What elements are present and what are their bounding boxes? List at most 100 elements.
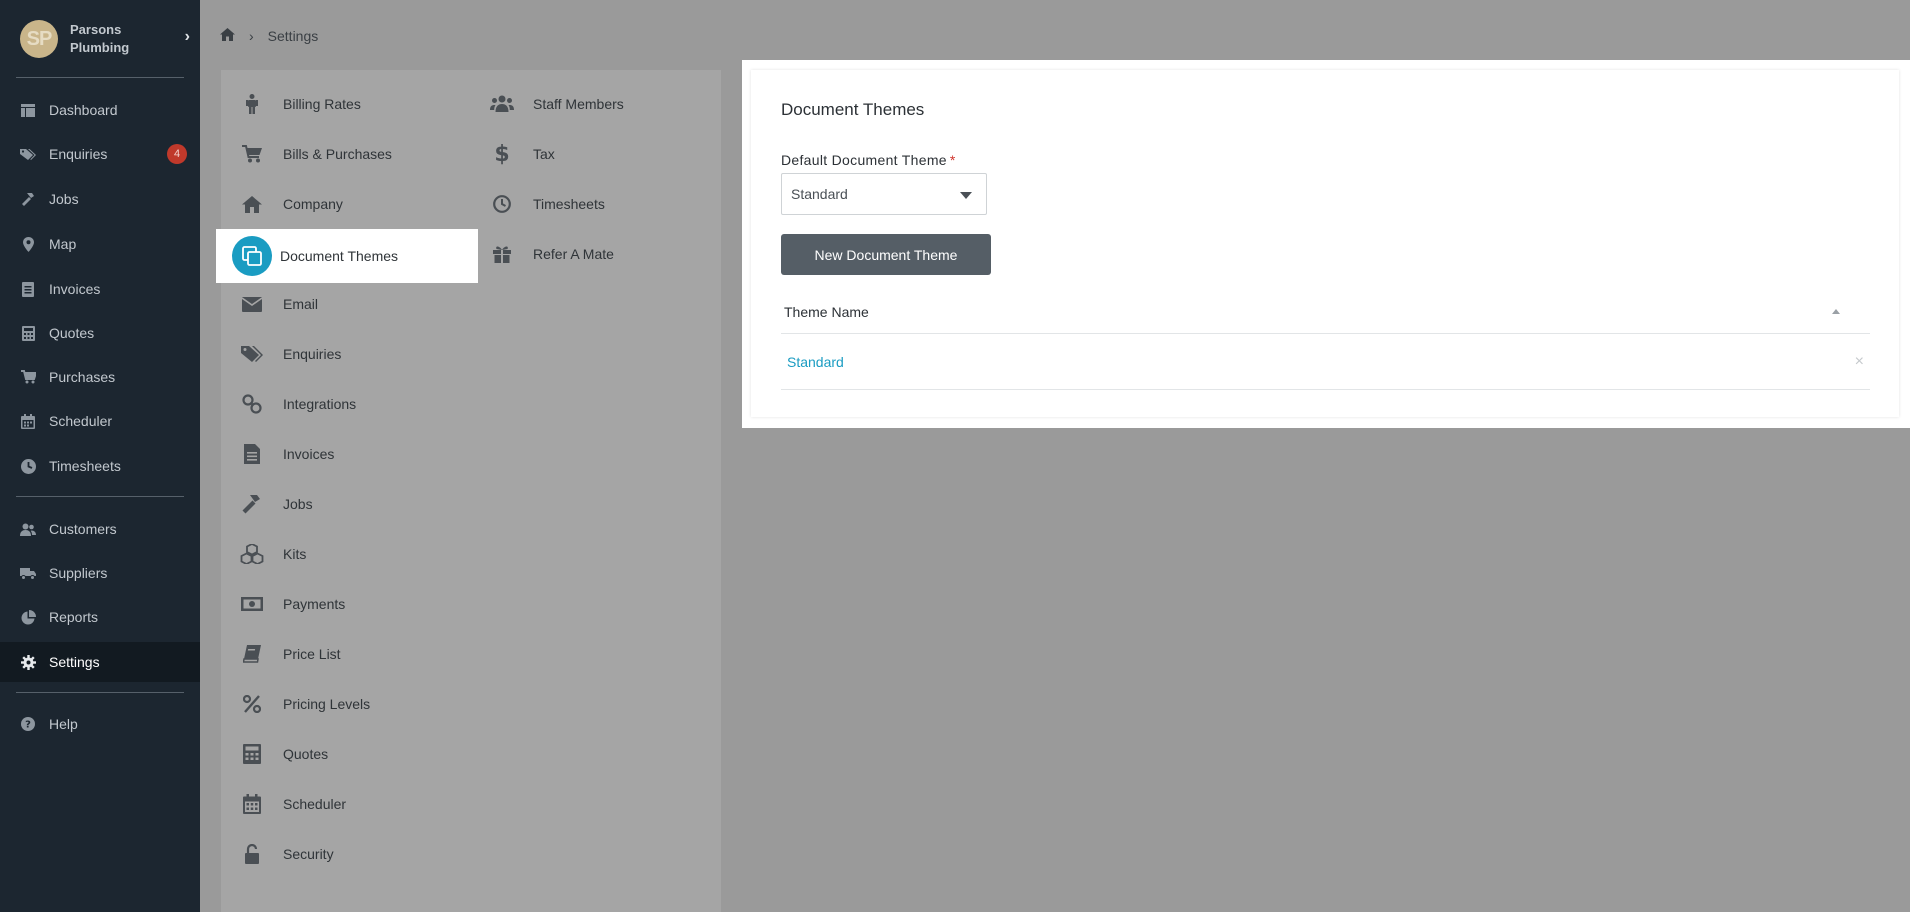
settings-item-pricing-levels[interactable]: Pricing Levels bbox=[237, 679, 370, 729]
hammer-icon bbox=[237, 489, 267, 519]
sidebar-item-label: Settings bbox=[49, 654, 100, 670]
file-text-icon bbox=[237, 439, 267, 469]
tags-icon bbox=[20, 146, 36, 162]
settings-item-label: Billing Rates bbox=[283, 96, 361, 112]
settings-item-billing-rates[interactable]: Billing Rates bbox=[237, 79, 361, 129]
sidebar-item-label: Customers bbox=[49, 521, 117, 537]
settings-item-integrations[interactable]: Integrations bbox=[237, 379, 356, 429]
column-header-theme-name[interactable]: Theme Name bbox=[784, 304, 869, 320]
sidebar-item-label: Suppliers bbox=[49, 565, 108, 581]
sidebar-item-scheduler[interactable]: Scheduler bbox=[0, 401, 200, 441]
settings-item-label: Integrations bbox=[283, 396, 357, 412]
settings-item-bills-purchases[interactable]: Bills & Purchases bbox=[237, 129, 392, 179]
settings-item-tax[interactable]: $ Tax bbox=[487, 129, 555, 179]
cubes-icon bbox=[237, 539, 267, 569]
sidebar-item-timesheets[interactable]: Timesheets bbox=[0, 446, 200, 486]
settings-item-label: Enquiries bbox=[283, 346, 342, 362]
settings-item-label: Staff Members bbox=[533, 96, 624, 112]
settings-item-jobs[interactable]: Jobs bbox=[237, 479, 313, 529]
chevron-right-icon: › bbox=[249, 28, 254, 44]
settings-item-timesheets[interactable]: Timesheets bbox=[487, 179, 605, 229]
sidebar-item-quotes[interactable]: Quotes bbox=[0, 313, 200, 353]
calculator-icon bbox=[237, 739, 267, 769]
sidebar-item-suppliers[interactable]: Suppliers bbox=[0, 553, 200, 593]
settings-item-kits[interactable]: Kits bbox=[237, 529, 306, 579]
sidebar-divider bbox=[16, 77, 184, 78]
pie-chart-icon bbox=[20, 609, 36, 625]
sidebar-item-jobs[interactable]: Jobs bbox=[0, 179, 200, 219]
settings-item-label: Pricing Levels bbox=[283, 696, 371, 712]
sort-up-icon[interactable] bbox=[1832, 309, 1840, 314]
chevron-right-icon[interactable]: › bbox=[185, 28, 190, 46]
settings-item-document-themes[interactable]: Document Themes bbox=[216, 229, 478, 283]
settings-item-quotes[interactable]: Quotes bbox=[237, 729, 328, 779]
page-title: Document Themes bbox=[781, 100, 925, 119]
sidebar: SP Parsons Plumbing › Dashboard Enquirie… bbox=[0, 0, 200, 912]
cart-icon bbox=[237, 139, 267, 169]
settings-item-staff-members[interactable]: Staff Members bbox=[487, 79, 624, 129]
settings-item-label: Quotes bbox=[283, 746, 329, 762]
invoice-icon bbox=[20, 281, 36, 297]
settings-item-label: Tax bbox=[533, 146, 555, 162]
new-document-theme-button[interactable]: New Document Theme bbox=[781, 234, 991, 275]
settings-item-scheduler[interactable]: Scheduler bbox=[237, 779, 346, 829]
sidebar-item-label: Dashboard bbox=[49, 102, 118, 118]
settings-item-label: Email bbox=[283, 296, 319, 312]
sidebar-item-enquiries[interactable]: Enquiries 4 bbox=[0, 134, 200, 174]
settings-item-label: Jobs bbox=[283, 496, 313, 512]
settings-item-label: Payments bbox=[283, 596, 346, 612]
gear-icon bbox=[20, 654, 36, 670]
sidebar-item-help[interactable]: ? Help bbox=[0, 704, 200, 744]
copy-icon bbox=[232, 236, 272, 276]
svg-text:$: $ bbox=[495, 143, 509, 165]
table-row: Standard × bbox=[781, 335, 1870, 390]
dashboard-icon bbox=[20, 102, 36, 118]
settings-item-label: Document Themes bbox=[280, 248, 399, 264]
unlock-icon bbox=[237, 839, 267, 869]
sidebar-item-map[interactable]: Map bbox=[0, 224, 200, 264]
settings-item-label: Security bbox=[283, 846, 334, 862]
default-theme-select[interactable]: Standard bbox=[781, 173, 987, 215]
users-icon bbox=[487, 89, 517, 119]
sidebar-item-label: Timesheets bbox=[49, 458, 121, 474]
settings-item-refer-a-mate[interactable]: Refer A Mate bbox=[487, 229, 614, 279]
calendar-icon bbox=[20, 413, 36, 429]
enquiries-count-badge: 4 bbox=[167, 144, 187, 164]
sidebar-item-settings[interactable]: Settings bbox=[0, 642, 200, 682]
sidebar-item-label: Reports bbox=[49, 609, 99, 625]
theme-name-link[interactable]: Standard bbox=[787, 354, 844, 370]
account-switcher[interactable]: SP Parsons Plumbing › bbox=[20, 18, 190, 60]
sidebar-item-dashboard[interactable]: Dashboard bbox=[0, 90, 200, 130]
settings-item-label: Company bbox=[283, 196, 343, 212]
settings-item-invoices[interactable]: Invoices bbox=[237, 429, 334, 479]
table-header: Theme Name bbox=[781, 290, 1870, 334]
money-icon bbox=[237, 589, 267, 619]
settings-item-security[interactable]: Security bbox=[237, 829, 334, 879]
settings-item-payments[interactable]: Payments bbox=[237, 579, 345, 629]
clock-icon bbox=[487, 189, 517, 219]
gift-icon bbox=[487, 239, 517, 269]
default-theme-label: Default Document Theme * bbox=[781, 152, 956, 168]
sidebar-item-invoices[interactable]: Invoices bbox=[0, 269, 200, 309]
settings-item-enquiries[interactable]: Enquiries bbox=[237, 329, 341, 379]
home-icon[interactable] bbox=[220, 28, 235, 44]
sidebar-item-reports[interactable]: Reports bbox=[0, 597, 200, 637]
settings-item-label: Price List bbox=[283, 646, 341, 662]
home-icon bbox=[237, 189, 267, 219]
sidebar-item-customers[interactable]: Customers bbox=[0, 509, 200, 549]
settings-item-email[interactable]: Email bbox=[237, 279, 318, 329]
sidebar-divider bbox=[16, 496, 184, 497]
sidebar-item-label: Map bbox=[49, 236, 77, 252]
sidebar-divider bbox=[16, 692, 184, 693]
delete-icon[interactable]: × bbox=[1855, 353, 1864, 371]
svg-text:?: ? bbox=[25, 720, 31, 731]
avatar: SP bbox=[20, 20, 58, 58]
settings-item-price-list[interactable]: Price List bbox=[237, 629, 341, 679]
calculator-icon bbox=[20, 325, 36, 341]
breadcrumb-current: Settings bbox=[267, 28, 319, 44]
breadcrumb: › Settings bbox=[220, 28, 318, 44]
sidebar-item-purchases[interactable]: Purchases bbox=[0, 357, 200, 397]
truck-icon bbox=[20, 565, 36, 581]
settings-item-company[interactable]: Company bbox=[237, 179, 343, 229]
hammer-icon bbox=[20, 191, 36, 207]
